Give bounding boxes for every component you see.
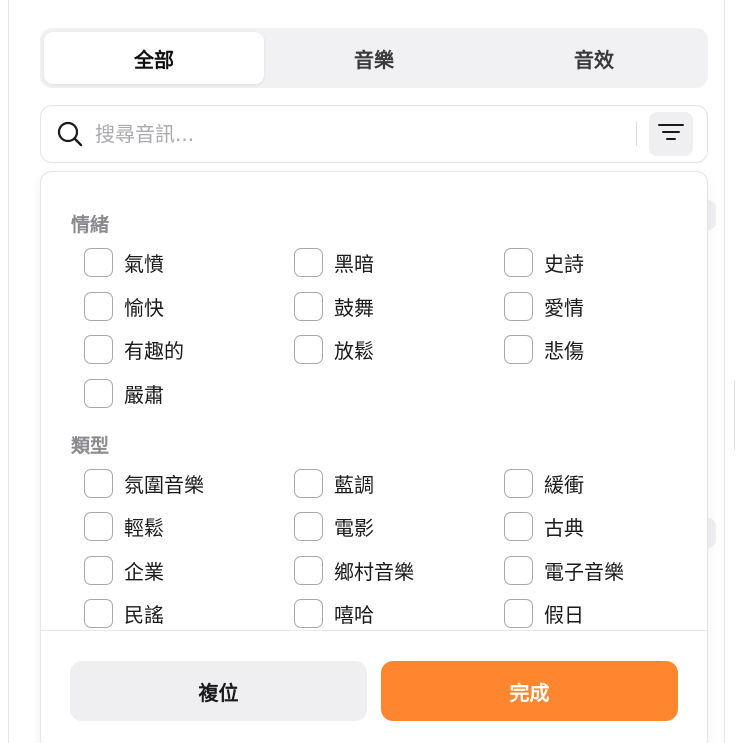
filter-option-mood[interactable]: 鼓舞 bbox=[294, 291, 374, 321]
filter-option-genre[interactable]: 電影 bbox=[294, 511, 374, 541]
section-title-genre: 類型 bbox=[71, 435, 110, 457]
option-label: 緩衝 bbox=[544, 472, 584, 497]
checkbox[interactable] bbox=[504, 511, 533, 541]
option-label: 藍調 bbox=[334, 472, 374, 497]
filter-option-mood[interactable]: 史詩 bbox=[504, 247, 584, 277]
background-panel-edge bbox=[8, 0, 9, 743]
checkbox[interactable] bbox=[504, 247, 533, 277]
option-label: 電子音樂 bbox=[544, 559, 624, 584]
option-label: 古典 bbox=[544, 515, 584, 540]
checkbox[interactable] bbox=[84, 511, 113, 541]
option-label: 假日 bbox=[544, 602, 584, 627]
checkbox[interactable] bbox=[504, 334, 533, 364]
option-label: 氛圍音樂 bbox=[124, 472, 204, 497]
filter-option-mood[interactable]: 嚴肅 bbox=[84, 378, 164, 408]
tab-music[interactable]: 音樂 bbox=[264, 32, 484, 84]
filter-option-mood[interactable]: 黑暗 bbox=[294, 247, 374, 277]
search-bar bbox=[40, 105, 708, 163]
search-divider bbox=[636, 122, 637, 146]
filter-option-mood[interactable]: 愛情 bbox=[504, 291, 584, 321]
checkbox[interactable] bbox=[84, 468, 113, 498]
filter-option-genre[interactable]: 古典 bbox=[504, 511, 584, 541]
checkbox[interactable] bbox=[84, 291, 113, 321]
filter-option-genre[interactable]: 企業 bbox=[84, 555, 164, 585]
done-button[interactable]: 完成 bbox=[381, 661, 678, 721]
section-title-mood: 情緒 bbox=[71, 214, 110, 236]
category-tabs: 全部 音樂 音效 bbox=[40, 28, 708, 88]
option-label: 鄉村音樂 bbox=[334, 559, 414, 584]
checkbox[interactable] bbox=[504, 468, 533, 498]
checkbox[interactable] bbox=[504, 598, 533, 628]
option-label: 放鬆 bbox=[334, 338, 374, 363]
filter-option-mood[interactable]: 悲傷 bbox=[504, 334, 584, 364]
filter-option-genre[interactable]: 鄉村音樂 bbox=[294, 555, 414, 585]
filter-option-mood[interactable]: 氣憤 bbox=[84, 247, 164, 277]
option-label: 氣憤 bbox=[124, 251, 164, 276]
checkbox[interactable] bbox=[84, 334, 113, 364]
reset-button[interactable]: 複位 bbox=[70, 661, 367, 721]
filter-option-genre[interactable]: 民謠 bbox=[84, 598, 164, 628]
background-element bbox=[734, 380, 740, 450]
checkbox[interactable] bbox=[84, 247, 113, 277]
dropdown-footer: 複位 完成 bbox=[41, 630, 707, 743]
option-label: 愉快 bbox=[124, 295, 164, 320]
option-label: 悲傷 bbox=[544, 338, 584, 363]
checkbox[interactable] bbox=[294, 511, 323, 541]
option-label: 電影 bbox=[334, 515, 374, 540]
filter-option-mood[interactable]: 放鬆 bbox=[294, 334, 374, 364]
checkbox[interactable] bbox=[294, 598, 323, 628]
option-label: 黑暗 bbox=[334, 251, 374, 276]
filter-lines-icon bbox=[658, 122, 684, 146]
option-label: 有趣的 bbox=[124, 338, 184, 363]
tab-all[interactable]: 全部 bbox=[44, 32, 264, 84]
checkbox[interactable] bbox=[84, 378, 113, 408]
option-label: 企業 bbox=[124, 559, 164, 584]
option-label: 嘻哈 bbox=[334, 602, 374, 627]
checkbox[interactable] bbox=[294, 555, 323, 585]
tab-sound-effects[interactable]: 音效 bbox=[484, 32, 704, 84]
checkbox[interactable] bbox=[84, 598, 113, 628]
filter-option-genre[interactable]: 輕鬆 bbox=[84, 511, 164, 541]
filter-button[interactable] bbox=[649, 112, 693, 156]
filter-option-mood[interactable]: 愉快 bbox=[84, 291, 164, 321]
option-label: 民謠 bbox=[124, 602, 164, 627]
checkbox[interactable] bbox=[294, 247, 323, 277]
checkbox[interactable] bbox=[294, 468, 323, 498]
filter-option-genre[interactable]: 電子音樂 bbox=[504, 555, 624, 585]
filter-option-genre[interactable]: 藍調 bbox=[294, 468, 374, 498]
filter-dropdown: 情緒 氣憤 黑暗 史詩 愉快 鼓舞 愛情 有趣的 放鬆 悲傷 嚴肅 類型 氛圍音… bbox=[40, 171, 708, 743]
checkbox[interactable] bbox=[294, 334, 323, 364]
background-panel-edge bbox=[724, 0, 725, 743]
checkbox[interactable] bbox=[84, 555, 113, 585]
filter-option-genre[interactable]: 嘻哈 bbox=[294, 598, 374, 628]
option-label: 鼓舞 bbox=[334, 295, 374, 320]
checkbox[interactable] bbox=[504, 291, 533, 321]
filter-option-genre[interactable]: 緩衝 bbox=[504, 468, 584, 498]
filter-option-genre[interactable]: 氛圍音樂 bbox=[84, 468, 204, 498]
option-label: 嚴肅 bbox=[124, 382, 164, 407]
option-label: 愛情 bbox=[544, 295, 584, 320]
checkbox[interactable] bbox=[504, 555, 533, 585]
checkbox[interactable] bbox=[294, 291, 323, 321]
filter-option-mood[interactable]: 有趣的 bbox=[84, 334, 184, 364]
search-input[interactable] bbox=[95, 114, 636, 154]
search-icon bbox=[55, 119, 85, 149]
option-label: 輕鬆 bbox=[124, 515, 164, 540]
option-label: 史詩 bbox=[544, 251, 584, 276]
filter-option-genre[interactable]: 假日 bbox=[504, 598, 584, 628]
